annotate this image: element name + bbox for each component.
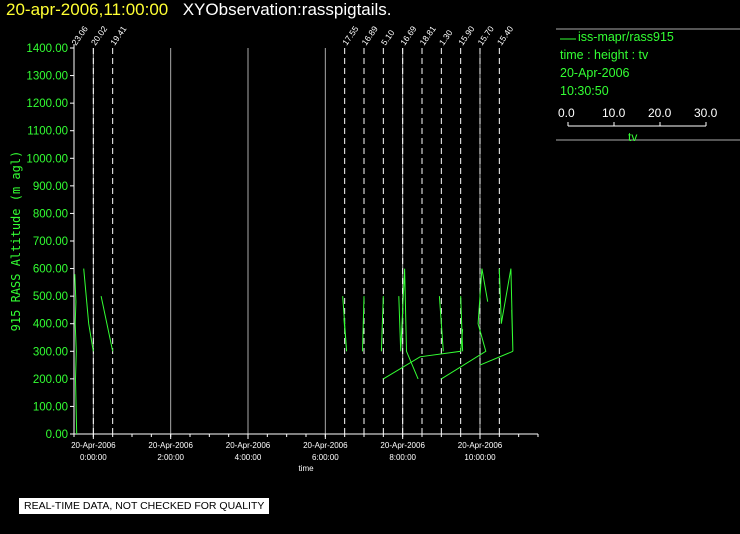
quality-notice: REAL-TIME DATA, NOT CHECKED FOR QUALITY xyxy=(18,497,271,515)
y-tick-label: 300.00 xyxy=(33,346,68,358)
y-tick-label: 1300.00 xyxy=(26,71,68,83)
y-tick-label: 600.00 xyxy=(33,264,68,276)
marker-label: 20.02 xyxy=(89,24,110,47)
legend-scale-tick: 0.0 xyxy=(558,106,575,120)
x-tick-label-time: 10:00:00 xyxy=(464,453,496,462)
x-axis-label: time xyxy=(298,464,314,473)
data-series-line xyxy=(398,268,419,380)
marker-label: 17.55 xyxy=(340,24,361,47)
x-tick-label-time: 2:00:00 xyxy=(157,453,184,462)
y-tick-label: 400.00 xyxy=(33,319,68,331)
y-axis-label: 915 RASS Altitude (m agl) xyxy=(9,151,23,332)
legend-scale-label: tv xyxy=(628,130,638,144)
y-tick-label: 0.00 xyxy=(46,429,68,441)
y-tick-label: 700.00 xyxy=(33,236,68,248)
x-tick-label-date: 20-Apr-2006 xyxy=(71,441,116,450)
y-tick-label: 900.00 xyxy=(33,181,68,193)
x-tick-label-date: 20-Apr-2006 xyxy=(458,441,503,450)
y-tick-label: 1200.00 xyxy=(26,98,68,110)
legend-scale-tick: 20.0 xyxy=(648,106,672,120)
x-tick-label-date: 20-Apr-2006 xyxy=(303,441,348,450)
marker-label: 1.30 xyxy=(437,28,455,48)
legend-time: 10:30:50 xyxy=(560,84,609,98)
x-tick-label-time: 4:00:00 xyxy=(235,453,262,462)
legend-series: iss-mapr/rass915 xyxy=(578,30,674,44)
marker-label: 23.06 xyxy=(69,24,90,47)
data-series-line xyxy=(83,268,94,352)
data-series-line xyxy=(383,329,464,380)
legend-scale-tick: 30.0 xyxy=(694,106,718,120)
data-series-line xyxy=(479,350,514,366)
marker-label: 15.90 xyxy=(456,24,477,47)
x-tick-label-date: 20-Apr-2006 xyxy=(226,441,271,450)
y-tick-label: 800.00 xyxy=(33,208,68,220)
y-tick-label: 1000.00 xyxy=(26,153,68,165)
marker-label: 15.70 xyxy=(475,24,496,47)
marker-label: 16.89 xyxy=(359,24,380,47)
legend-variables: time : height : tv xyxy=(560,48,649,62)
marker-label: 15.40 xyxy=(495,24,516,47)
x-tick-label-date: 20-Apr-2006 xyxy=(380,441,425,450)
x-tick-label-date: 20-Apr-2006 xyxy=(148,441,193,450)
data-series-line xyxy=(74,274,78,435)
y-tick-label: 100.00 xyxy=(33,401,68,413)
legend-scale-tick: 10.0 xyxy=(602,106,626,120)
data-series-line xyxy=(100,295,114,352)
marker-label: 5.10 xyxy=(379,28,397,48)
data-series-line xyxy=(441,268,489,380)
legend-date: 20-Apr-2006 xyxy=(560,66,630,80)
x-tick-label-time: 6:00:00 xyxy=(312,453,339,462)
marker-label: 16.69 xyxy=(398,24,419,47)
y-tick-label: 500.00 xyxy=(33,291,68,303)
y-tick-label: 1100.00 xyxy=(27,126,68,138)
y-tick-label: 200.00 xyxy=(33,374,68,386)
marker-label: 19.41 xyxy=(108,24,129,47)
x-tick-label-time: 8:00:00 xyxy=(389,453,416,462)
marker-label: 18.81 xyxy=(417,24,438,47)
y-tick-label: 1400.00 xyxy=(26,43,68,55)
x-tick-label-time: 0:00:00 xyxy=(80,453,107,462)
data-series-line xyxy=(498,268,514,352)
